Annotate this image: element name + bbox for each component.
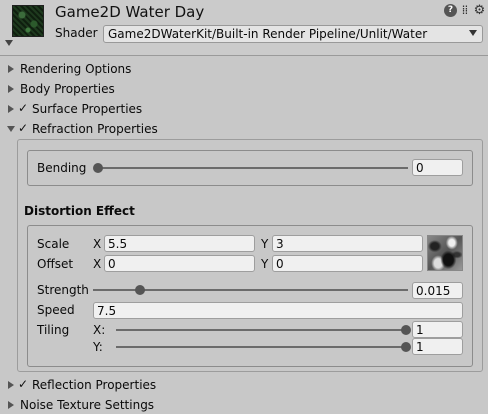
tiling-x-value: 1 xyxy=(416,323,424,337)
strength-field[interactable]: 0.015 xyxy=(412,282,463,299)
tiling-x-slider-handle[interactable] xyxy=(401,325,411,335)
material-header: Game2D Water Day ? ⁞⁞ ⚙ Shader Game2DWat… xyxy=(0,0,488,56)
surface-enabled-checkbox[interactable]: ✓ xyxy=(17,102,29,115)
speed-value: 7.5 xyxy=(97,304,117,318)
chevron-down-icon xyxy=(469,30,477,36)
tiling-y-slider-handle[interactable] xyxy=(401,342,411,352)
tiling-x-slider-track[interactable] xyxy=(116,329,406,331)
scale-y-value: 3 xyxy=(276,237,284,251)
tiling-x-label: X: xyxy=(93,323,106,337)
reflection-enabled-checkbox[interactable]: ✓ xyxy=(17,378,29,391)
material-preview-thumbnail xyxy=(12,5,44,37)
offset-y-field[interactable]: 0 xyxy=(272,255,423,272)
scale-y-field[interactable]: 3 xyxy=(272,235,423,252)
foldout-rendering-options[interactable]: Rendering Options xyxy=(0,60,488,78)
foldout-arrow-right-icon xyxy=(8,65,14,73)
offset-label: Offset xyxy=(37,257,74,271)
tiling-y-label: Y: xyxy=(93,340,103,354)
header-foldout-arrow-icon[interactable] xyxy=(5,40,13,46)
foldout-refraction-properties[interactable]: ✓ Refraction Properties xyxy=(0,120,488,138)
bending-field[interactable]: 0 xyxy=(412,159,463,176)
scale-label: Scale xyxy=(37,237,70,251)
speed-label: Speed xyxy=(37,303,75,317)
offset-x-value: 0 xyxy=(108,257,116,271)
foldout-surface-properties[interactable]: ✓ Surface Properties xyxy=(0,100,488,118)
foldout-arrow-right-icon xyxy=(8,85,14,93)
foldout-arrow-right-icon xyxy=(8,401,14,409)
offset-x-label: X xyxy=(93,257,102,271)
offset-y-value: 0 xyxy=(276,257,284,271)
shader-label: Shader xyxy=(55,26,98,40)
bending-value: 0 xyxy=(416,161,424,175)
foldout-arrow-down-icon xyxy=(7,126,15,132)
settings-gear-icon[interactable]: ⚙ xyxy=(473,4,486,17)
foldout-arrow-right-icon xyxy=(8,381,14,389)
offset-x-field[interactable]: 0 xyxy=(104,255,255,272)
distortion-effect-title: Distortion Effect xyxy=(24,204,135,218)
scale-x-value: 5.5 xyxy=(108,237,128,251)
foldout-label: Body Properties xyxy=(20,82,115,96)
refraction-enabled-checkbox[interactable]: ✓ xyxy=(17,122,29,135)
shader-dropdown-value: Game2DWaterKit/Built-in Render Pipeline/… xyxy=(108,27,428,41)
distortion-noise-texture-slot[interactable] xyxy=(427,235,463,271)
tiling-x-field[interactable]: 1 xyxy=(412,321,463,338)
tiling-y-value: 1 xyxy=(416,340,424,354)
bending-slider-track[interactable] xyxy=(98,167,408,169)
foldout-arrow-right-icon xyxy=(8,105,14,113)
scale-y-label: Y xyxy=(261,237,269,251)
speed-field[interactable]: 7.5 xyxy=(93,302,463,319)
offset-y-label: Y xyxy=(261,257,269,271)
strength-value: 0.015 xyxy=(416,284,451,298)
strength-label: Strength xyxy=(37,283,89,297)
tiling-y-slider-track[interactable] xyxy=(116,346,406,348)
shader-dropdown[interactable]: Game2DWaterKit/Built-in Render Pipeline/… xyxy=(103,25,483,43)
preset-icon[interactable]: ⁞⁞ xyxy=(458,4,471,17)
foldout-label: Reflection Properties xyxy=(32,378,157,392)
foldout-label: Noise Texture Settings xyxy=(20,398,155,412)
bending-label: Bending xyxy=(37,161,87,175)
foldout-label: Surface Properties xyxy=(32,102,143,116)
help-icon[interactable]: ? xyxy=(444,4,457,17)
foldout-label: Refraction Properties xyxy=(32,122,158,136)
scale-x-field[interactable]: 5.5 xyxy=(104,235,255,252)
scale-x-label: X xyxy=(93,237,102,251)
foldout-noise-texture-settings[interactable]: Noise Texture Settings xyxy=(0,396,488,414)
tiling-label: Tiling xyxy=(37,323,70,337)
tiling-y-field[interactable]: 1 xyxy=(412,338,463,355)
foldout-reflection-properties[interactable]: ✓ Reflection Properties xyxy=(0,376,488,394)
foldout-body-properties[interactable]: Body Properties xyxy=(0,80,488,98)
foldout-label: Rendering Options xyxy=(20,62,132,76)
bending-slider-handle[interactable] xyxy=(93,163,103,173)
material-name: Game2D Water Day xyxy=(55,3,205,21)
